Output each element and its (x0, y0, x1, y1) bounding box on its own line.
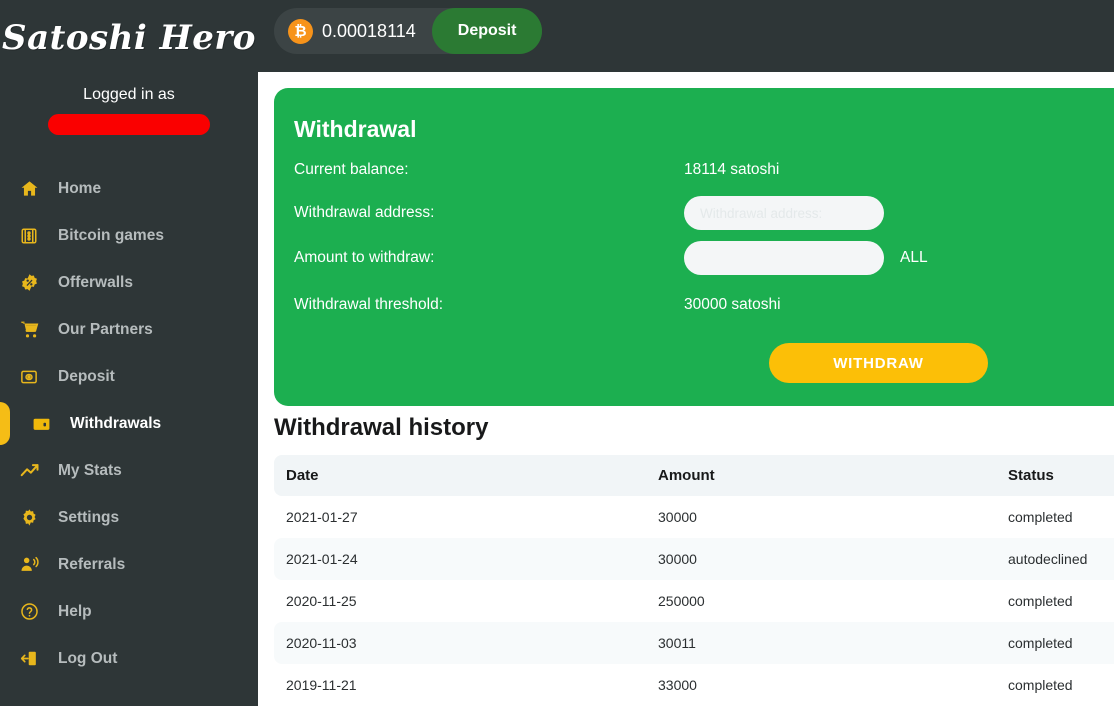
deposit-button[interactable]: Deposit (431, 8, 543, 54)
table-header-amount: Amount (646, 455, 996, 496)
sidebar-item-label: Deposit (58, 367, 115, 385)
page-root: Satoshi Hero Logged in as Home Bitcoin ga… (0, 0, 1114, 706)
withdrawal-address-input[interactable] (684, 196, 884, 230)
gear-icon (20, 507, 48, 529)
sidebar-item-help[interactable]: Help (0, 588, 258, 635)
sidebar-item-withdrawals[interactable]: Withdrawals (0, 400, 258, 447)
cell-status: completed (1008, 509, 1073, 525)
wallet-icon (32, 413, 60, 435)
home-icon (20, 178, 48, 200)
sidebar-item-label: Offerwalls (58, 273, 133, 291)
percent-badge-icon (20, 272, 48, 294)
current-balance-value: 18114 satoshi (684, 161, 780, 178)
topbar: ₿ 0.00018114 Deposit (258, 0, 1114, 72)
sidebar-item-label: Log Out (58, 649, 118, 667)
cell-date: 2021-01-27 (286, 509, 358, 525)
sidebar-item-log-out[interactable]: Log Out (0, 635, 258, 682)
sidebar-item-deposit[interactable]: Deposit (0, 353, 258, 400)
cell-date: 2020-11-25 (286, 593, 357, 609)
sidebar-item-label: Settings (58, 508, 120, 526)
sidebar-item-bitcoin-games[interactable]: Bitcoin games (0, 212, 258, 259)
main-content: Withdrawal Current balance: 18114 satosh… (258, 72, 1114, 706)
amount-to-withdraw-row: Amount to withdraw: ALL (294, 241, 1114, 275)
logged-in-label: Logged in as (83, 86, 175, 103)
balance-pill: ₿ 0.00018114 Deposit (274, 8, 543, 54)
withdrawal-card: Withdrawal Current balance: 18114 satosh… (274, 88, 1114, 406)
brand-logo[interactable]: Satoshi Hero (0, 0, 258, 58)
withdrawal-card-title: Withdrawal (294, 116, 417, 142)
sidebar-item-label: Our Partners (58, 320, 153, 338)
table-header-row: Date Amount Status (274, 455, 1114, 496)
cell-amount: 30000 (658, 509, 697, 525)
table-row: 2021-01-27 30000 completed (274, 496, 1114, 538)
question-circle-icon (20, 601, 48, 623)
cell-status: completed (1008, 593, 1073, 609)
sidebar-item-label: My Stats (58, 461, 122, 479)
cell-status: autodeclined (996, 538, 1114, 580)
sidebar-item-my-stats[interactable]: My Stats (0, 447, 258, 494)
table-row: 2019-11-21 33000 completed (274, 664, 1114, 706)
cell-amount: 250000 (658, 593, 705, 609)
sidebar-item-referrals[interactable]: Referrals (0, 541, 258, 588)
withdrawal-address-label: Withdrawal address: (294, 204, 435, 221)
sidebar-item-settings[interactable]: Settings (0, 494, 258, 541)
table-row: 2020-11-25 250000 completed (274, 580, 1114, 622)
cell-date: 2021-01-24 (274, 538, 646, 580)
withdrawal-threshold-value: 30000 satoshi (684, 296, 781, 313)
games-icon (20, 225, 48, 247)
balance-value: 0.00018114 (322, 20, 416, 41)
current-balance-row: Current balance: 18114 satoshi (294, 161, 1114, 179)
sidebar-item-label: Referrals (58, 555, 126, 573)
table-row: 2020-11-03 30011 completed (274, 622, 1114, 664)
amount-to-withdraw-input[interactable] (684, 241, 884, 275)
table-header-date: Date (274, 455, 646, 496)
sidebar-item-label: Home (58, 179, 102, 197)
sidebar-item-label: Withdrawals (70, 414, 162, 432)
table-row: 2021-01-24 30000 autodeclined (274, 538, 1114, 580)
sidebar-nav: Home Bitcoin games Offerwalls Our Partners D… (0, 165, 258, 682)
sidebar-item-label: Help (58, 602, 92, 620)
logout-icon (20, 648, 48, 670)
withdrawal-history-title: Withdrawal history (274, 414, 489, 441)
username-redacted (48, 114, 210, 135)
sidebar-item-home[interactable]: Home (0, 165, 258, 212)
withdrawal-history-table: Date Amount Status 2021-01-27 30000 complete… (274, 455, 1114, 706)
cell-status: completed (1008, 677, 1073, 693)
cell-amount: 30011 (646, 622, 996, 664)
withdraw-all-link[interactable]: ALL (900, 249, 928, 267)
referral-icon (20, 554, 48, 576)
cell-amount: 33000 (658, 677, 697, 693)
table-header-status: Status (996, 455, 1114, 496)
sidebar: Satoshi Hero Logged in as Home Bitcoin ga… (0, 0, 258, 706)
cell-date: 2019-11-21 (286, 677, 357, 693)
withdraw-button[interactable]: WITHDRAW (769, 343, 988, 383)
bitcoin-icon: ₿ (288, 18, 313, 44)
withdrawal-threshold-row: Withdrawal threshold: 30000 satoshi (294, 296, 1114, 314)
withdrawal-threshold-label: Withdrawal threshold: (294, 296, 444, 313)
cell-status: completed (996, 622, 1114, 664)
withdrawal-address-row: Withdrawal address: (294, 196, 1114, 230)
sidebar-item-offerwalls[interactable]: Offerwalls (0, 259, 258, 306)
deposit-icon (20, 366, 48, 388)
trending-up-icon (20, 460, 48, 482)
cell-amount: 30000 (646, 538, 996, 580)
sidebar-item-our-partners[interactable]: Our Partners (0, 306, 258, 353)
cell-date: 2020-11-03 (274, 622, 646, 664)
cart-icon (20, 319, 48, 341)
sidebar-item-label: Bitcoin games (58, 226, 164, 244)
amount-to-withdraw-label: Amount to withdraw: (294, 249, 435, 266)
current-balance-label: Current balance: (294, 161, 409, 178)
